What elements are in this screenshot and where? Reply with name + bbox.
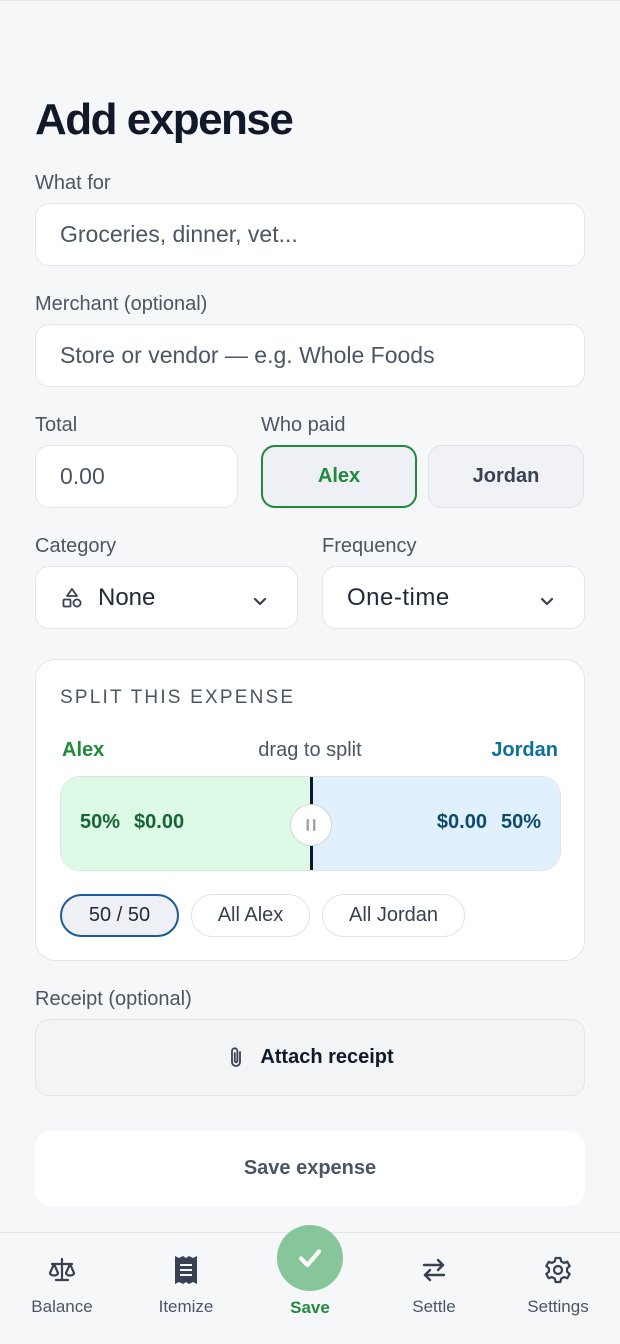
split-drag-handle[interactable] bbox=[290, 804, 332, 846]
split-title: SPLIT THIS EXPENSE bbox=[60, 687, 296, 708]
nav-balance-label: Balance bbox=[31, 1297, 93, 1316]
split-left-percent: 50% bbox=[80, 811, 121, 833]
preset-all-alex-button[interactable]: All Alex bbox=[191, 894, 310, 937]
split-right-values: $0.00 50% bbox=[437, 811, 541, 834]
category-label: Category bbox=[35, 535, 117, 557]
total-input[interactable] bbox=[36, 463, 237, 490]
page-title: Add expense bbox=[35, 95, 294, 144]
attach-receipt-label: Attach receipt bbox=[260, 1046, 394, 1068]
check-icon bbox=[295, 1243, 325, 1273]
what-for-field[interactable] bbox=[35, 203, 585, 266]
scale-icon bbox=[47, 1253, 77, 1287]
save-expense-button[interactable]: Save expense bbox=[35, 1131, 585, 1206]
nav-settings-label: Settings bbox=[527, 1297, 589, 1316]
shapes-icon bbox=[60, 586, 84, 610]
frequency-value: One-time bbox=[347, 583, 450, 611]
split-left-name: Alex bbox=[62, 739, 105, 761]
what-for-label: What for bbox=[35, 172, 111, 194]
nav-settle[interactable]: Settle bbox=[379, 1233, 489, 1344]
total-label: Total bbox=[35, 414, 78, 436]
what-for-input[interactable] bbox=[36, 221, 584, 248]
merchant-label: Merchant (optional) bbox=[35, 293, 208, 315]
nav-balance[interactable]: Balance bbox=[7, 1233, 117, 1344]
payer-alex-button[interactable]: Alex bbox=[261, 445, 417, 508]
split-right-amount: $0.00 bbox=[436, 811, 487, 833]
preset-all-jordan-button[interactable]: All Jordan bbox=[322, 894, 465, 937]
nav-settings[interactable]: Settings bbox=[503, 1233, 613, 1344]
split-card: SPLIT THIS EXPENSE drag to split Alex Jo… bbox=[35, 659, 585, 961]
frequency-select[interactable]: One-time bbox=[322, 566, 585, 629]
nav-itemize[interactable]: Itemize bbox=[131, 1233, 241, 1344]
merchant-field[interactable] bbox=[35, 324, 585, 387]
nav-settle-label: Settle bbox=[412, 1297, 456, 1316]
split-left-amount: $0.00 bbox=[134, 811, 185, 833]
preset-50-50-button[interactable]: 50 / 50 bbox=[60, 894, 179, 937]
receipt-icon bbox=[172, 1253, 200, 1287]
chevron-down-icon bbox=[251, 589, 269, 617]
gear-icon bbox=[543, 1253, 573, 1287]
merchant-input[interactable] bbox=[36, 342, 584, 369]
split-right-percent: 50% bbox=[500, 811, 541, 833]
category-select[interactable]: None bbox=[35, 566, 298, 629]
chevron-down-icon bbox=[538, 589, 556, 617]
total-field[interactable] bbox=[35, 445, 238, 508]
split-left-values: 50% $0.00 bbox=[80, 811, 184, 834]
split-right-name: Jordan bbox=[491, 739, 558, 761]
arrows-swap-icon bbox=[419, 1253, 449, 1287]
who-paid-label: Who paid bbox=[261, 414, 346, 436]
split-slider[interactable]: 50% $0.00 $0.00 50% bbox=[60, 776, 561, 871]
payer-jordan-button[interactable]: Jordan bbox=[428, 445, 584, 508]
add-expense-screen: Add expense What for Merchant (optional)… bbox=[0, 0, 620, 1344]
category-value: None bbox=[98, 583, 156, 611]
attach-receipt-button[interactable]: Attach receipt bbox=[35, 1019, 585, 1096]
nav-save-button[interactable] bbox=[277, 1225, 343, 1291]
paperclip-icon bbox=[226, 1046, 248, 1070]
frequency-label: Frequency bbox=[322, 535, 417, 557]
pause-grip-icon bbox=[304, 817, 318, 833]
nav-save-label: Save bbox=[290, 1298, 330, 1317]
nav-itemize-label: Itemize bbox=[158, 1297, 214, 1316]
receipt-label: Receipt (optional) bbox=[35, 988, 192, 1010]
